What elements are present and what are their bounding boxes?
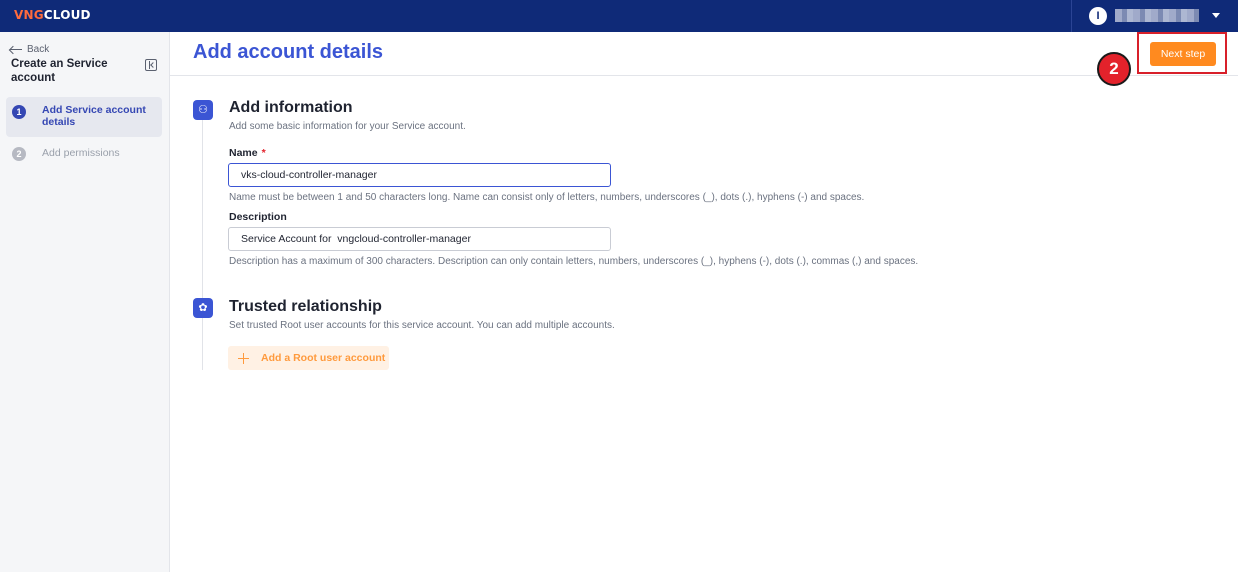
wizard-sidebar: Back Create an Service account 1 Add Ser… xyxy=(0,32,170,572)
section-timeline xyxy=(202,120,203,370)
plus-icon xyxy=(238,352,249,364)
description-help-text: Description has a maximum of 300 charact… xyxy=(229,256,919,267)
sidebar-step-add-details[interactable]: 1 Add Service account details xyxy=(6,97,162,137)
name-input[interactable] xyxy=(228,163,611,187)
description-input[interactable] xyxy=(228,227,611,251)
sidebar-step-add-permissions[interactable]: 2 Add permissions xyxy=(6,140,162,164)
name-label-text: Name xyxy=(229,147,258,159)
top-navigation-bar: VNGCLOUD I xyxy=(0,0,1238,32)
section-title-add-information: Add information xyxy=(229,99,353,116)
step-number-badge: 2 xyxy=(12,147,26,161)
arrow-left-icon xyxy=(10,46,22,54)
section-title-trusted-relationship: Trusted relationship xyxy=(229,298,382,315)
handshake-icon: ✿ xyxy=(193,298,213,318)
description-field-label: Description xyxy=(229,211,287,223)
section-description: Add some basic information for your Serv… xyxy=(229,121,466,132)
add-root-user-account-button[interactable]: Add a Root user account xyxy=(228,346,389,370)
id-card-icon: ⚇ xyxy=(193,100,213,120)
name-field-label: Name * xyxy=(229,147,266,159)
annotation-step-callout: 2 xyxy=(1097,52,1131,86)
annotation-highlight-box xyxy=(1137,32,1227,74)
section-description: Set trusted Root user accounts for this … xyxy=(229,320,615,331)
step-label: Add permissions xyxy=(42,147,120,159)
required-mark: * xyxy=(261,147,266,159)
user-name-redacted[interactable] xyxy=(1115,9,1199,22)
page-title: Add account details xyxy=(193,41,384,63)
user-avatar[interactable]: I xyxy=(1089,7,1107,25)
step-label: Add Service account details xyxy=(42,104,146,128)
header-divider xyxy=(170,75,1238,76)
topbar-divider xyxy=(1071,0,1072,32)
collapse-sidebar-icon[interactable] xyxy=(145,59,157,71)
sidebar-title: Create an Service account xyxy=(11,58,108,84)
logo-brand-text: VNG xyxy=(14,8,44,22)
logo-rest-text: CLOUD xyxy=(43,8,91,22)
back-link[interactable]: Back xyxy=(10,44,49,55)
chevron-down-icon[interactable] xyxy=(1212,13,1220,18)
back-label: Back xyxy=(27,44,50,55)
add-root-label: Add a Root user account xyxy=(261,352,386,364)
step-number-badge: 1 xyxy=(12,105,26,119)
vngcloud-logo[interactable]: VNGCLOUD xyxy=(14,8,91,22)
name-help-text: Name must be between 1 and 50 characters… xyxy=(229,192,865,203)
